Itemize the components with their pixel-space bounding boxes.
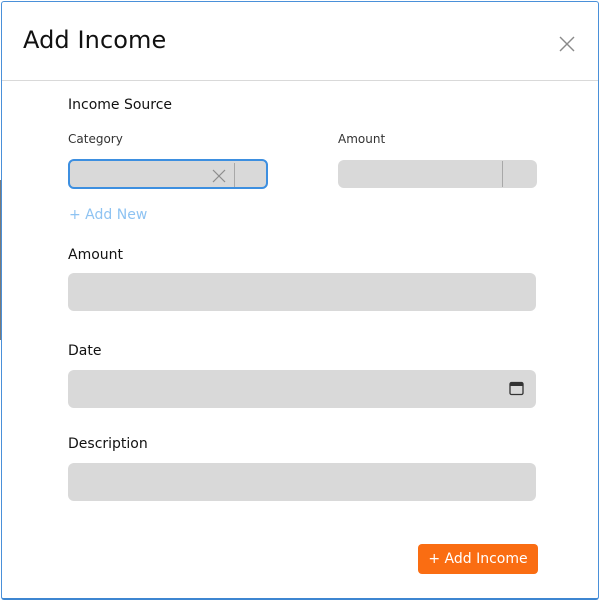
date-input[interactable] xyxy=(68,370,536,408)
close-icon[interactable] xyxy=(557,34,577,54)
add-income-button[interactable]: + Add Income xyxy=(418,544,538,574)
category-label: Category xyxy=(68,132,123,146)
category-select[interactable] xyxy=(68,159,268,189)
income-source-heading: Income Source xyxy=(68,97,173,113)
source-amount-label: Amount xyxy=(338,132,386,146)
source-amount-select[interactable] xyxy=(338,160,537,188)
select-divider xyxy=(234,163,235,187)
modal-title: Add Income xyxy=(23,26,167,54)
add-new-link[interactable]: + Add New xyxy=(69,207,147,223)
calendar-icon[interactable] xyxy=(509,381,524,396)
select-divider xyxy=(502,161,503,187)
date-label: Date xyxy=(68,343,102,359)
description-input[interactable] xyxy=(68,463,536,501)
description-label: Description xyxy=(68,436,148,452)
amount-label: Amount xyxy=(68,247,124,263)
clear-icon[interactable] xyxy=(212,168,226,183)
modal-header: Add Income xyxy=(2,2,598,81)
amount-input[interactable] xyxy=(68,273,536,311)
add-income-modal: Add Income Income Source Category Amount… xyxy=(1,1,599,600)
